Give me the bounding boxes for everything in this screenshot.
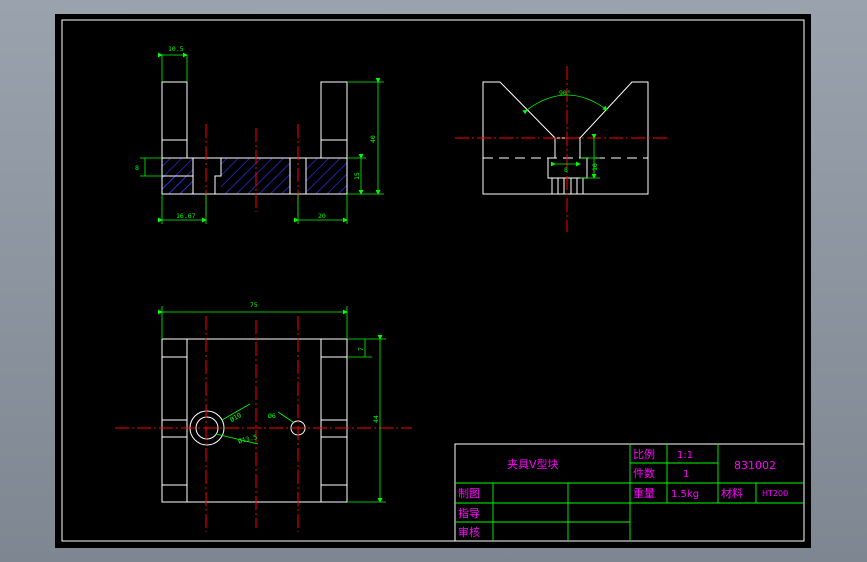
drawing-number: 831002	[734, 459, 776, 472]
dim-v-slot-width: 8	[564, 166, 568, 174]
review-label: 审核	[458, 525, 480, 539]
dim-right-lower: 15	[353, 172, 361, 180]
dim-v-slot-height: 10	[591, 163, 599, 171]
title-block: 夹具V型块 比例 1:1 831002 件数 1 重量 1.5kg 材料 HT2…	[454, 443, 805, 542]
weight-label: 重量	[633, 486, 655, 500]
cad-viewport[interactable]: 10.5 8 40 15 16.67 20 90° 8 10 75 7 44 Ø…	[55, 14, 811, 548]
dim-hole-small: Ø6	[268, 412, 276, 420]
dim-right-height: 40	[369, 135, 377, 143]
scale-value: 1:1	[677, 450, 693, 461]
drawn-label: 制图	[458, 487, 480, 500]
scale-label: 比例	[633, 447, 655, 461]
dim-v-angle: 90°	[559, 89, 571, 97]
material-label: 材料	[721, 486, 743, 500]
part-name: 夹具V型块	[507, 457, 559, 471]
drawing-canvas: 10.5 8 40 15 16.67 20 90° 8 10 75 7 44 Ø…	[61, 19, 805, 542]
material-value: HT200	[762, 489, 788, 498]
plan-view: 75 7 44 Ø10 Ø13.5 Ø6	[115, 301, 412, 532]
dim-slot-depth: 8	[135, 164, 139, 172]
front-section-view: 10.5 8 40 15 16.67 20	[135, 45, 384, 224]
dim-plan-top-offset: 7	[357, 347, 365, 351]
weight-value: 1.5kg	[671, 489, 699, 500]
dim-hole-large: Ø10	[229, 411, 243, 424]
qty-value: 1	[683, 469, 689, 480]
dim-top-width: 10.5	[168, 45, 184, 53]
dim-bottom-right: 20	[318, 212, 326, 220]
v-block-side-view: 90° 8 10	[455, 66, 670, 232]
qty-label: 件数	[633, 467, 655, 480]
dim-plan-width: 75	[250, 301, 258, 309]
guide-label: 指导	[458, 506, 480, 520]
dim-bottom-left: 16.67	[176, 212, 196, 220]
dim-plan-height: 44	[372, 415, 380, 423]
